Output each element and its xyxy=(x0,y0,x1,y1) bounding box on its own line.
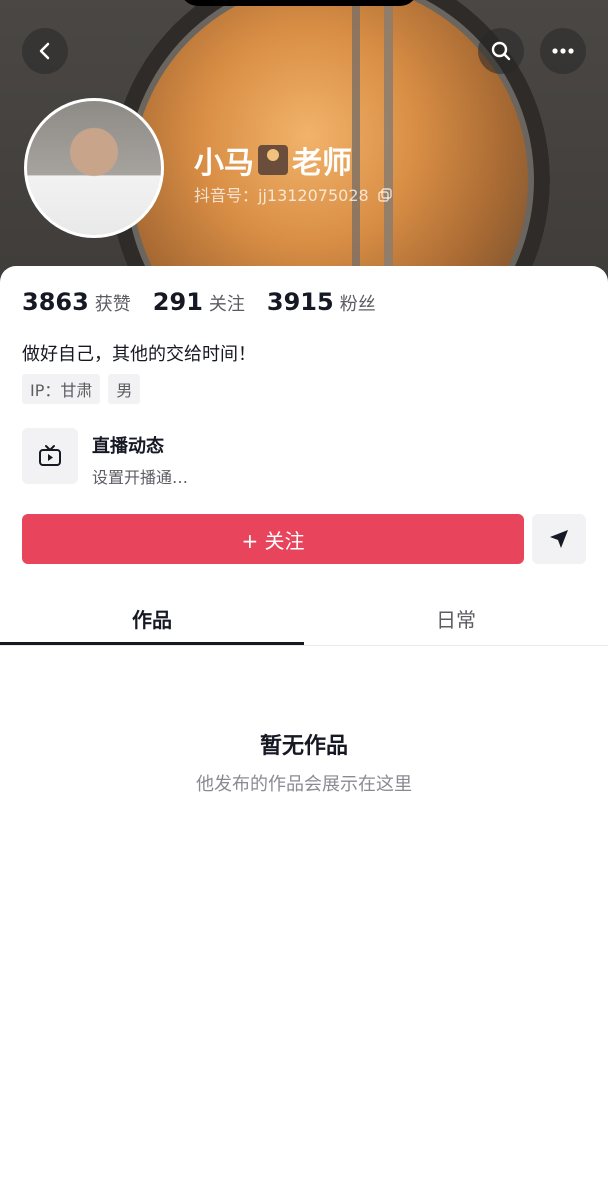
empty-state-title: 暂无作品 xyxy=(259,734,348,759)
stat-label: 粉丝 xyxy=(339,294,376,315)
stats-row: 3863 获赞 291 关注 3915 粉丝 xyxy=(22,288,398,316)
avatar[interactable] xyxy=(24,98,164,238)
tag-ip: IP：甘肃 xyxy=(22,374,101,404)
profile-name-part2: 老师 xyxy=(292,146,352,181)
search-button[interactable] xyxy=(478,28,524,74)
douyin-id-text: 抖音号：jj1312075028 xyxy=(194,186,369,205)
device-notch xyxy=(180,0,418,6)
empty-state-subtitle: 他发布的作品会展示在这里 xyxy=(196,774,412,795)
stat-value: 3915 xyxy=(266,288,334,316)
background-pole xyxy=(352,0,360,300)
live-status-subtitle: 设置开播通… xyxy=(92,468,189,487)
follow-button[interactable]: + 关注 xyxy=(22,514,524,564)
teacher-emoji-icon xyxy=(258,145,288,175)
share-button[interactable] xyxy=(532,514,586,564)
profile-header: 小马 老师 抖音号：jj1312075028 xyxy=(0,0,608,300)
stat-likes[interactable]: 3863 获赞 xyxy=(22,288,131,316)
background-pole xyxy=(384,0,393,300)
tv-icon xyxy=(39,445,61,466)
stat-value: 291 xyxy=(152,288,203,316)
stat-followers[interactable]: 3915 粉丝 xyxy=(267,288,376,316)
tag-gender: 男 xyxy=(108,374,141,404)
more-button[interactable] xyxy=(540,28,586,74)
stat-label: 获赞 xyxy=(94,294,131,315)
back-icon xyxy=(39,42,50,60)
back-button[interactable] xyxy=(22,28,68,74)
tab-daily[interactable]: 日常 xyxy=(304,604,608,633)
copy-icon[interactable] xyxy=(378,188,392,202)
stat-following[interactable]: 291 关注 xyxy=(153,288,245,316)
profile-name-part1: 小马 xyxy=(194,146,254,181)
more-icon xyxy=(552,48,574,54)
send-icon xyxy=(550,530,568,548)
stat-label: 关注 xyxy=(208,294,245,315)
live-status-title[interactable]: 直播动态 xyxy=(92,432,164,458)
divider xyxy=(0,645,608,646)
tab-works[interactable]: 作品 xyxy=(0,604,304,633)
douyin-id: 抖音号：jj1312075028 xyxy=(194,182,392,206)
bio-text: 做好自己，其他的交给时间！ xyxy=(22,344,256,365)
profile-name: 小马 老师 xyxy=(194,138,352,182)
stat-value: 3863 xyxy=(22,288,89,316)
profile-tags: IP：甘肃 男 xyxy=(22,374,148,404)
live-status-button[interactable] xyxy=(22,428,78,484)
search-icon xyxy=(491,41,511,61)
